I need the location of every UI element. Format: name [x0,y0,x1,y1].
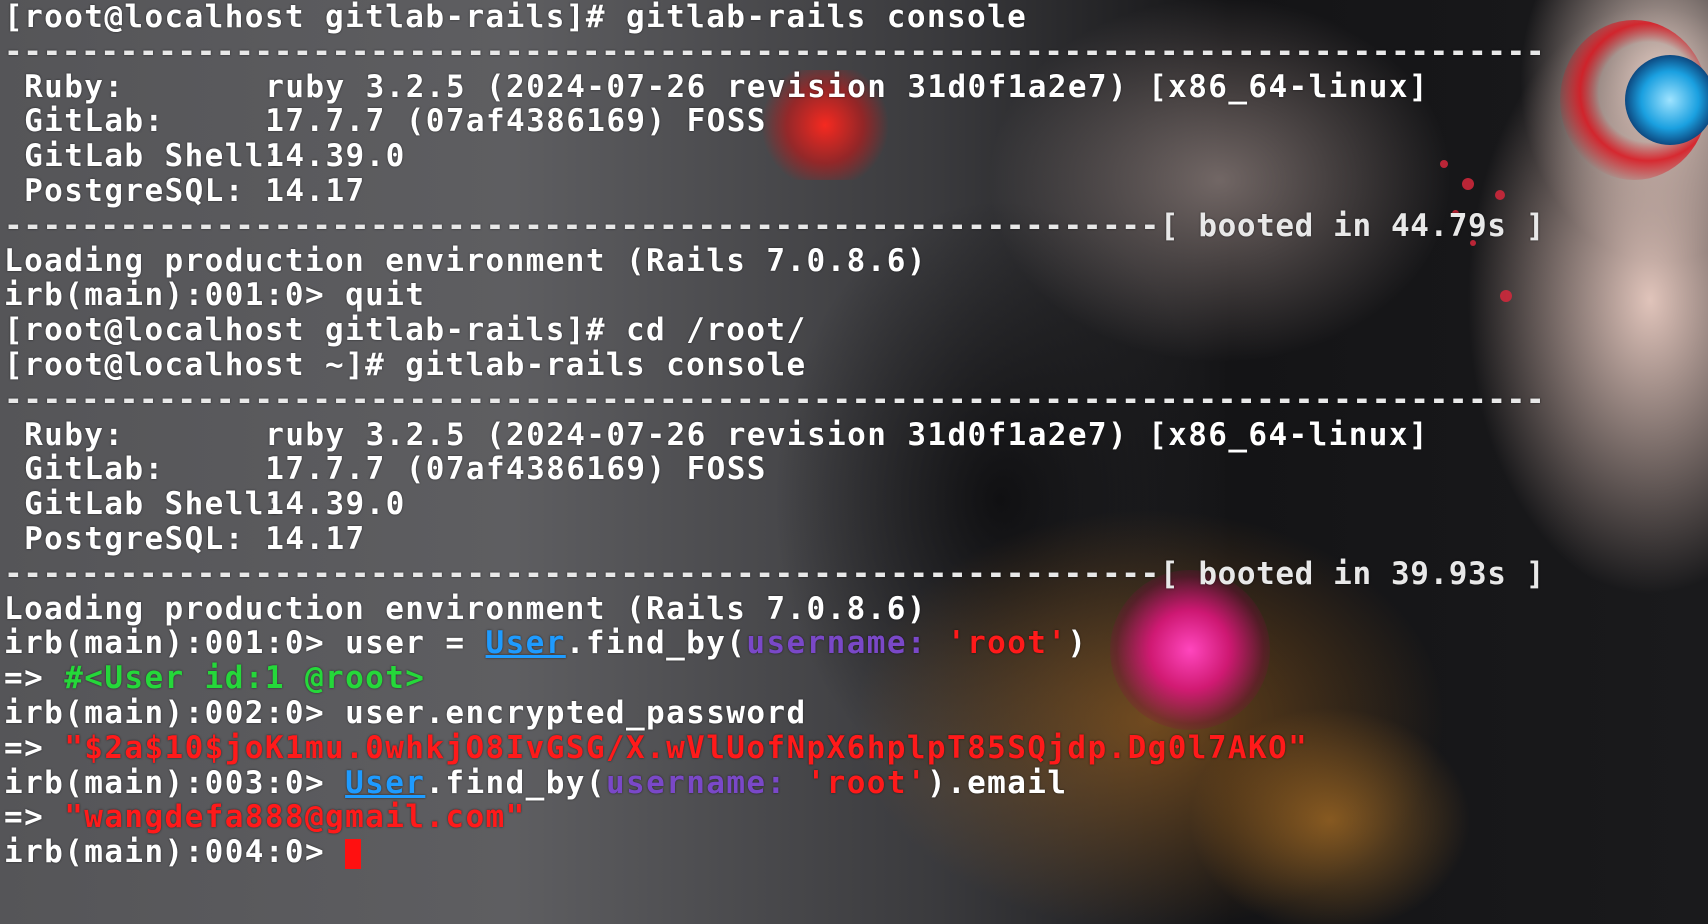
token-str: 'root' [806,764,927,801]
separator-line: ----------------------------------------… [4,33,1546,70]
terminal-output: [root@localhost gitlab-rails]# gitlab-ra… [4,0,1704,870]
token-str: "wangdefa888@gmail.com" [64,799,526,836]
terminal-window[interactable]: [root@localhost gitlab-rails]# gitlab-ra… [0,0,1708,924]
token-obj: #<User id:1 @root> [64,660,426,697]
version-info-line: PostgreSQL: 14.17 [4,174,1704,209]
version-info-line: GitLab: 17.7.7 (07af4386169) FOSS [4,104,1704,139]
terminal-line: irb(main):001:0> quit [4,277,426,314]
token-plain: .find_by( [565,625,747,662]
info-value: 17.7.7 (07af4386169) FOSS [265,451,767,488]
active-prompt-line: irb(main):004:0> [4,835,1704,870]
token-cls: User [345,764,426,801]
info-label: PostgreSQL: [4,172,245,209]
info-label: GitLab: [4,103,165,140]
info-label: Ruby: [4,416,125,453]
token-plain: irb(main):003:0> [4,764,346,801]
info-label: PostgreSQL: [4,520,245,557]
info-value: 14.39.0 [265,138,406,175]
token-plain: => [4,799,65,836]
info-value: 14.39.0 [265,486,406,523]
info-value: 17.7.7 (07af4386169) FOSS [265,103,767,140]
token-plain: .find_by( [425,764,606,801]
token-cls: User [485,625,566,662]
token-sym: username: [746,625,927,662]
version-info-line: Ruby: ruby 3.2.5 (2024-07-26 revision 31d… [4,416,1704,453]
separator-line: ----------------------------------------… [4,381,1546,418]
code-line: => #<User id:1 @root> [4,661,1704,696]
code-line: irb(main):001:0> user = User.find_by(use… [4,626,1704,661]
prompt-text: irb(main):004:0> [4,834,346,871]
info-value: 14.17 [265,172,366,209]
version-info-line: GitLab Shell:14.39.0 [4,487,1704,522]
terminal-line: Loading production environment (Rails 7.… [4,590,927,627]
info-value: 14.17 [265,520,366,557]
separator-line: ----------------------------------------… [4,207,1546,244]
terminal-line: [root@localhost gitlab-rails]# gitlab-ra… [4,0,1028,35]
version-info-line: GitLab: 17.7.7 (07af4386169) FOSS [4,452,1704,487]
info-value: ruby 3.2.5 (2024-07-26 revision 31d0f1a2… [265,416,1429,453]
version-info-line: Ruby: ruby 3.2.5 (2024-07-26 revision 31d… [4,68,1704,105]
token-sym: username: [605,764,787,801]
terminal-line: irb(main):002:0> user.encrypted_password [4,694,807,731]
token-plain: ) [1067,625,1088,662]
token-plain: ).email [926,764,1068,801]
info-label: GitLab Shell: [4,138,285,175]
token-plain: irb(main):001:0> user = [4,625,486,662]
token-plain: => [4,660,65,697]
info-label: GitLab: [4,451,165,488]
info-value: ruby 3.2.5 (2024-07-26 revision 31d0f1a2… [265,68,1429,105]
code-line: => "wangdefa888@gmail.com" [4,800,1704,835]
terminal-line: [root@localhost gitlab-rails]# cd /root/ [4,312,807,349]
token-plain: => [4,729,65,766]
token-str: 'root' [947,625,1068,662]
code-line: irb(main):003:0> User.find_by(username: … [4,764,1704,801]
terminal-line: Loading production environment (Rails 7.… [4,242,927,279]
text-cursor[interactable] [345,838,362,869]
version-info-line: GitLab Shell:14.39.0 [4,139,1704,174]
info-label: GitLab Shell: [4,486,285,523]
version-info-line: PostgreSQL: 14.17 [4,522,1704,557]
info-label: Ruby: [4,68,125,105]
code-line: => "$2a$10$joK1mu.0whkjO8IvGSG/X.wVlUofN… [4,729,1704,766]
terminal-line: [root@localhost ~]# gitlab-rails console [4,346,807,383]
separator-line: ----------------------------------------… [4,555,1546,592]
token-str: "$2a$10$joK1mu.0whkjO8IvGSG/X.wVlUofNpX6… [64,729,1309,766]
